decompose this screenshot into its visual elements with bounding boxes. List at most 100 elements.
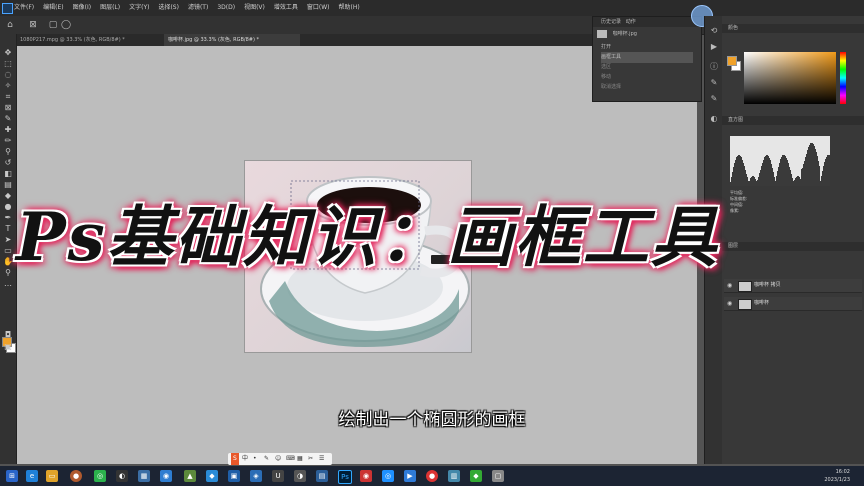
taskbar-app-icon[interactable]: ◑ [294,470,306,482]
tab-document-1[interactable]: 1080P217.mpg @ 33.3% (灰色, RGB/8#) * [16,34,166,46]
taskbar-app-icon[interactable]: ◐ [116,470,128,482]
avatar-icon[interactable]: ● [70,470,82,482]
healing-tool-icon[interactable]: ✚ [3,125,13,134]
taskbar-app-icon[interactable]: ▥ [448,470,460,482]
menu-window[interactable]: 窗口(W) [307,0,330,16]
ime-logo-icon[interactable]: S [231,453,239,465]
visibility-eye-icon[interactable]: ◉ [727,279,732,292]
taskbar-app-icon[interactable]: ◆ [206,470,218,482]
dodge-tool-icon[interactable]: ● [3,202,13,211]
taskbar-app-icon[interactable]: ◉ [360,470,372,482]
ime-toolbar: S 中 • ✎ ☺ ⌨ ▦ ✂ ☰ [228,453,332,465]
taskbar-app-icon[interactable]: ● [426,470,438,482]
layer-name: 咖啡杯 拷贝 [754,282,781,288]
history-row-active[interactable]: 画框工具 [601,52,693,63]
taskbar-app-icon[interactable]: ▶ [404,470,416,482]
lasso-tool-icon[interactable]: ◌ [3,70,13,79]
layer-row[interactable]: ◉ 咖啡杯 [724,297,862,311]
visibility-eye-icon[interactable]: ◉ [727,297,732,310]
path-select-icon[interactable]: ➤ [3,235,13,244]
menu-image[interactable]: 图像(I) [73,0,91,16]
wechat-icon[interactable]: ◎ [94,470,106,482]
ime-item[interactable]: ▦ [297,453,303,465]
zoom-tool-icon[interactable]: ⚲ [3,268,13,277]
menu-plugins[interactable]: 增效工具 [274,0,298,16]
info-icon[interactable]: ⓘ [709,62,719,72]
taskbar-app-icon[interactable]: ▣ [228,470,240,482]
panel-foreground-color[interactable] [727,56,737,66]
frame-tool-icon[interactable]: ⊠ [28,20,38,30]
blur-tool-icon[interactable]: ◆ [3,191,13,200]
crop-tool-icon[interactable]: ⌗ [3,92,13,101]
frame-tool-icon[interactable]: ⊠ [3,103,13,112]
menu-edit[interactable]: 编辑(E) [43,0,63,16]
taskbar-app-icon[interactable]: ▲ [184,470,196,482]
brush-tool-icon[interactable]: ✏ [3,136,13,145]
eyedropper-tool-icon[interactable]: ✎ [3,114,13,123]
move-tool-icon[interactable]: ✥ [3,48,13,57]
brush-settings-icon[interactable]: ✎ [709,78,719,88]
taskbar-app-icon[interactable]: U [272,470,284,482]
folder-icon[interactable]: ▭ [46,470,58,482]
start-button-icon[interactable]: ⊞ [6,470,18,482]
history-panel: 历史记录 动作 咖啡杯.jpg 打开 画框工具 选区 移动 取消选择 [592,16,702,102]
rect-frame-icon[interactable]: ▢ [48,20,58,30]
menu-select[interactable]: 选择(S) [158,0,179,16]
quick-select-tool-icon[interactable]: ✧ [3,81,13,90]
adjustments-icon[interactable]: ◐ [709,114,719,124]
tab-document-2[interactable]: 咖啡杯.jpg @ 33.3% (灰色, RGB/8#) * [164,34,300,46]
tab-histogram[interactable]: 直方图 [728,117,743,123]
quick-mask-icon[interactable]: ◘ [3,330,13,339]
taskbar-app-icon[interactable]: ◈ [250,470,262,482]
menu-file[interactable]: 文件(F) [14,0,34,16]
menu-help[interactable]: 帮助(H) [339,0,360,16]
ime-item[interactable]: ⌨ [286,453,295,465]
screen-mode-icon[interactable]: ▣ [3,342,13,351]
hand-tool-icon[interactable]: ✋ [3,257,13,266]
menu-filter[interactable]: 滤镜(T) [188,0,208,16]
taskbar-app-icon[interactable]: e [26,470,38,482]
menu-layer[interactable]: 图层(L) [100,0,120,16]
history-row[interactable]: 取消选择 [601,82,621,93]
history-panel-icon[interactable]: ⟲ [709,26,719,36]
type-tool-icon[interactable]: T [3,224,13,233]
taskbar-app-icon[interactable]: ▦ [138,470,150,482]
menu-view[interactable]: 视图(V) [244,0,265,16]
taskbar-app-icon[interactable]: ◎ [382,470,394,482]
gradient-tool-icon[interactable]: ▤ [3,180,13,189]
marquee-tool-icon[interactable]: ⬚ [3,59,13,68]
ime-item[interactable]: ✂ [308,453,313,465]
ime-item[interactable]: ✎ [264,453,269,465]
histogram-graph [730,136,830,186]
shape-tool-icon[interactable]: ▭ [3,246,13,255]
eraser-tool-icon[interactable]: ◧ [3,169,13,178]
ps-logo-icon[interactable] [2,3,13,14]
home-icon[interactable]: ⌂ [5,20,15,30]
ime-item[interactable]: ☺ [275,453,281,465]
pen-tool-icon[interactable]: ✒ [3,213,13,222]
stamp-tool-icon[interactable]: ⚲ [3,147,13,156]
color-picker-field[interactable] [744,52,836,104]
play-action-icon[interactable]: ▶ [709,42,719,52]
tab-color[interactable]: 颜色 [728,25,738,31]
menu-3d[interactable]: 3D(D) [217,0,235,16]
menu-type[interactable]: 文字(Y) [129,0,149,16]
tab-history[interactable]: 历史记录 [601,19,621,25]
taskbar-app-icon[interactable]: ▤ [316,470,328,482]
system-tray-clock[interactable]: 16:02 2023/1/23 [824,468,850,484]
ime-item[interactable]: ☰ [319,453,324,465]
taskbar-app-icon[interactable]: ◆ [470,470,482,482]
photoshop-taskbar-icon[interactable]: Ps [338,470,352,484]
layer-row[interactable]: ◉ 咖啡杯 拷贝 [724,279,862,293]
brushes-icon[interactable]: ✎ [709,94,719,104]
ime-item[interactable]: 中 [242,453,248,465]
history-snapshot[interactable]: 咖啡杯.jpg [597,27,697,41]
tab-actions[interactable]: 动作 [626,19,636,25]
taskbar-app-icon[interactable]: ◉ [160,470,172,482]
hue-slider[interactable] [840,52,846,104]
ime-item[interactable]: • [253,453,257,465]
more-tools-icon[interactable]: … [3,279,13,288]
history-brush-icon[interactable]: ↺ [3,158,13,167]
ellipse-frame-icon[interactable]: ◯ [61,20,71,30]
taskbar-app-icon[interactable]: ▢ [492,470,504,482]
